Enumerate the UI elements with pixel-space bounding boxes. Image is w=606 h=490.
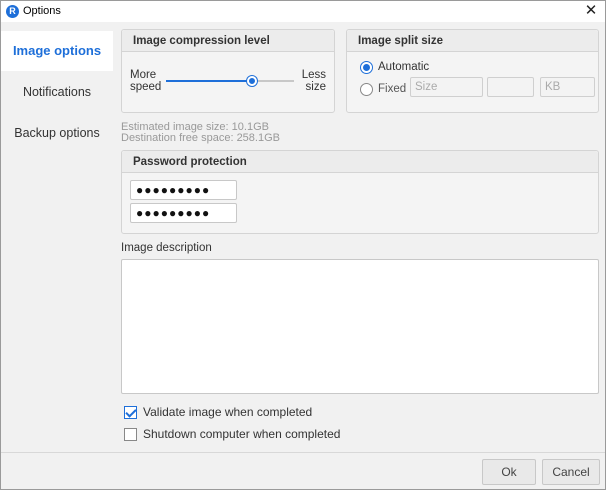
sidebar: Image options Notifications Backup optio… [1, 22, 113, 452]
sidebar-item-image-options[interactable]: Image options [1, 31, 113, 71]
dialog-footer: Ok Cancel [1, 452, 605, 489]
slider-thumb[interactable] [247, 76, 257, 86]
validate-checkbox[interactable] [124, 405, 137, 419]
compression-title: Image compression level [122, 30, 334, 52]
cancel-button[interactable]: Cancel [542, 459, 600, 485]
shutdown-checkbox[interactable] [124, 427, 137, 441]
radio-fixed[interactable]: Fixed [360, 82, 406, 96]
password-confirm-field[interactable]: ●●●●●●●●● [130, 203, 237, 223]
description-label: Image description [121, 242, 212, 254]
shutdown-label: Shutdown computer when completed [143, 427, 341, 441]
password-field[interactable]: ●●●●●●●●● [130, 180, 237, 200]
sidebar-item-notifications[interactable]: Notifications [1, 72, 113, 112]
close-icon[interactable]: ✕ [577, 1, 605, 22]
ok-button[interactable]: Ok [482, 459, 536, 485]
description-textarea[interactable] [121, 259, 599, 394]
window-title: Options [23, 5, 61, 17]
slider-fill [166, 80, 252, 82]
password-panel: Password protection ●●●●●●●●● ●●●●●●●●● [121, 150, 599, 234]
radio-fixed-button[interactable] [360, 82, 373, 96]
slider-max-label: Less size [301, 69, 326, 93]
compression-slider[interactable] [166, 76, 294, 86]
split-size-panel: Image split size Automatic Fixed Size KB [346, 29, 599, 113]
sidebar-item-backup-options[interactable]: Backup options [1, 113, 113, 153]
title-bar: R Options ✕ [1, 1, 605, 22]
app-logo-icon: R [6, 5, 19, 18]
main-content: Image compression level More speed Less … [113, 22, 605, 452]
shutdown-checkbox-row[interactable]: Shutdown computer when completed [124, 427, 340, 441]
split-size-input[interactable]: Size [410, 77, 483, 97]
radio-automatic[interactable]: Automatic [360, 60, 429, 74]
split-value-input[interactable] [487, 77, 534, 97]
split-unit-select[interactable]: KB [540, 77, 595, 97]
compression-panel: Image compression level More speed Less … [121, 29, 335, 113]
validate-label: Validate image when completed [143, 405, 313, 419]
radio-automatic-label: Automatic [378, 61, 430, 73]
slider-min-label: More speed [130, 69, 162, 93]
radio-automatic-button[interactable] [360, 60, 373, 74]
options-window: R Options ✕ Image options Notifications … [0, 0, 606, 490]
split-title: Image split size [347, 30, 598, 52]
free-space-text: Destination free space: 258.1GB [121, 132, 280, 144]
validate-checkbox-row[interactable]: Validate image when completed [124, 405, 312, 419]
radio-fixed-label: Fixed [378, 83, 407, 95]
password-title: Password protection [122, 151, 598, 173]
